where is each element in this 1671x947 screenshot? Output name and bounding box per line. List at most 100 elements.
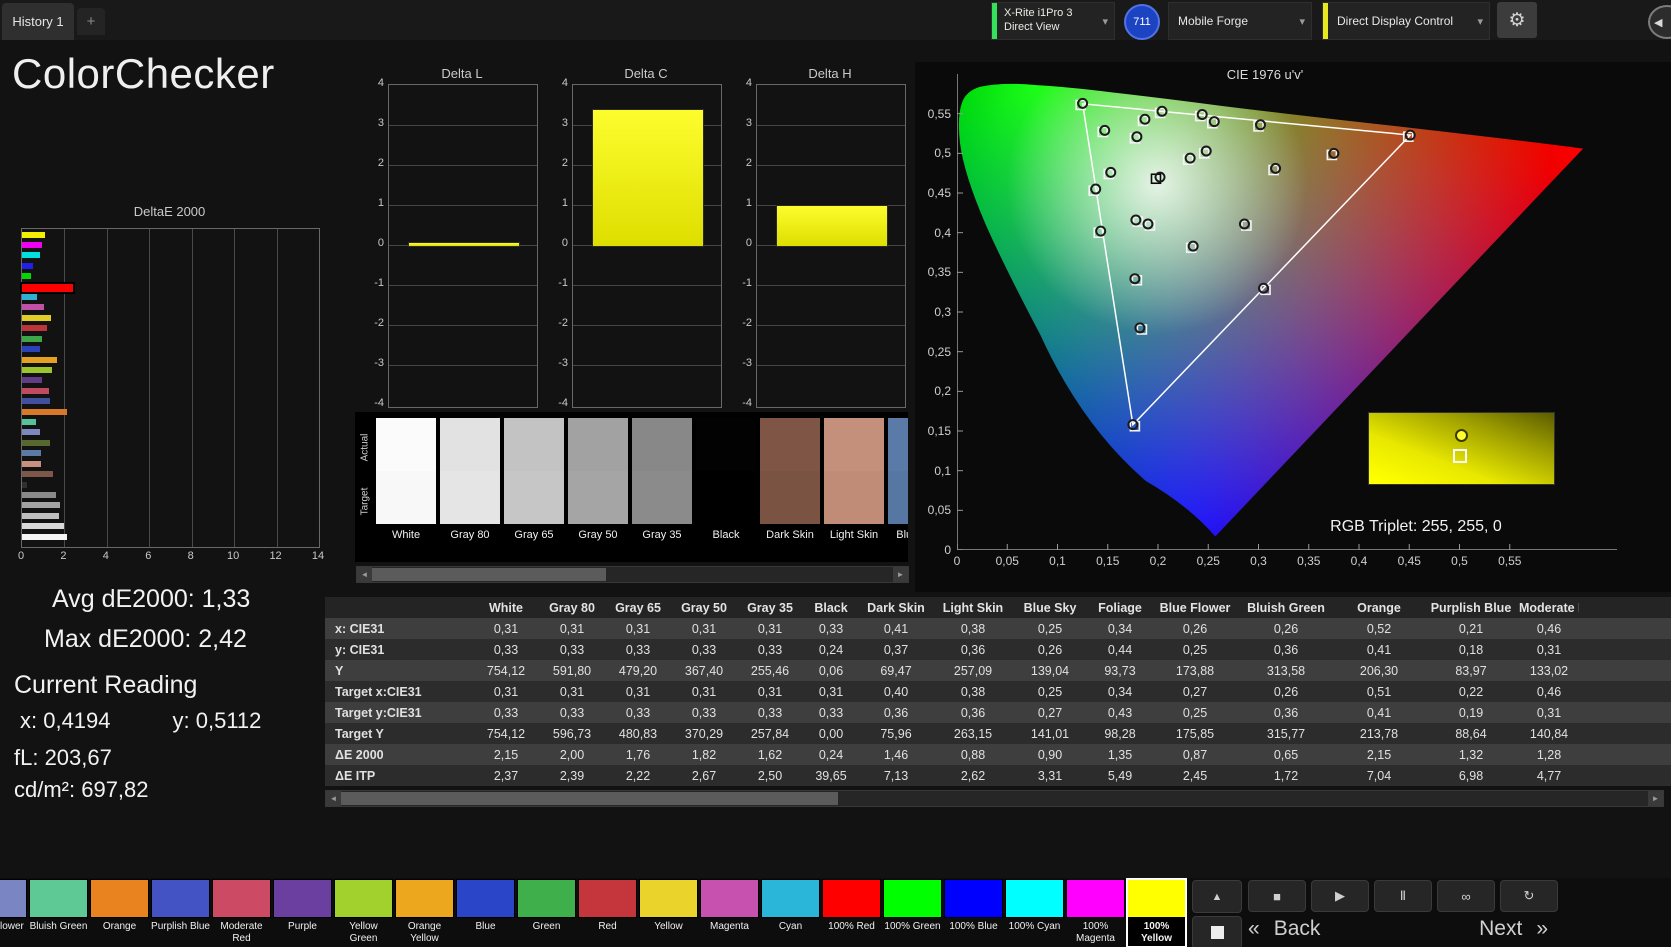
swatch-strip-scrollbar[interactable]: ◄ ►: [356, 566, 909, 583]
next-button[interactable]: Next »: [1479, 917, 1548, 941]
pattern-window-button[interactable]: [1192, 916, 1242, 947]
patch-tile-orange-yellow[interactable]: Orange Yellow: [395, 879, 454, 947]
patch-tile-orange[interactable]: Orange: [90, 879, 149, 947]
patch-tile-blue-flower[interactable]: Blue Flower: [0, 879, 27, 947]
table-cell: 0,44: [1107, 642, 1133, 657]
patch-tile-yellow[interactable]: Yellow: [639, 879, 698, 947]
meter-device-line1: X-Rite i1Pro 3: [1004, 7, 1073, 20]
deltae-x-tick: 8: [187, 550, 194, 562]
tab-history-1[interactable]: History 1: [2, 3, 74, 40]
deltae-x-tick: 10: [227, 550, 240, 562]
swatch-target: [632, 471, 692, 524]
meter-count-badge[interactable]: 711: [1124, 4, 1160, 40]
table-cell: 0,00: [818, 726, 844, 741]
table-row: y: CIE31 0,33 0,33 0,33 0,33 0,33 0,24 0,37 0,36…: [325, 639, 1671, 660]
delta-c-bar: [592, 109, 704, 247]
chevron-down-icon: ▾: [1299, 15, 1305, 28]
table-cell: 1,35: [1107, 747, 1133, 762]
patch-tile-yellow-green[interactable]: Yellow Green: [334, 879, 393, 947]
delta-gridline: [573, 364, 721, 366]
table-cell: 2,62: [960, 768, 986, 783]
patch-tile-color: [1066, 879, 1125, 918]
table-header-dark-skin: Dark Skin: [867, 600, 925, 615]
patch-tile-100-green[interactable]: 100% Green: [883, 879, 942, 947]
patch-tile-moderate-red[interactable]: Moderate Red: [212, 879, 271, 947]
patch-swatch-black[interactable]: Black: [696, 418, 756, 541]
patch-swatch-gray-35[interactable]: Gray 35: [632, 418, 692, 541]
deltae-bar-moderate-red: [22, 387, 49, 394]
patch-swatch-dark-skin[interactable]: Dark Skin: [760, 418, 820, 541]
table-row-label: x: CIE31: [335, 621, 385, 636]
scroll-up-button[interactable]: ▲: [1192, 880, 1242, 913]
table-header-moderate-red: Moderate Red: [1519, 600, 1579, 615]
scroll-left-icon[interactable]: ◄: [357, 567, 372, 582]
patch-tile-purplish-blue[interactable]: Purplish Blue: [151, 879, 210, 947]
cie-x-tick: 0,35: [1297, 554, 1321, 568]
deltae-bar-red: [22, 325, 47, 332]
meter-dropdown[interactable]: X-Rite i1Pro 3 Direct View ▾: [991, 2, 1115, 40]
patch-tile-magenta[interactable]: Magenta: [700, 879, 759, 947]
patch-tile-label: Moderate Red: [220, 921, 263, 944]
table-row: Target Y 754,12 596,73 480,83 370,29 257,84 0,…: [325, 723, 1671, 744]
table-cell: 133,02: [1529, 663, 1569, 678]
patch-swatch-gray-80[interactable]: Gray 80: [440, 418, 500, 541]
source-dropdown[interactable]: Mobile Forge ▾: [1168, 2, 1312, 40]
deltae-bar-yellow-green: [22, 366, 52, 373]
play-button[interactable]: ▶: [1311, 880, 1369, 912]
table-scroll-track[interactable]: [341, 791, 1648, 806]
delta-h-plot: [756, 84, 906, 408]
reading-y: y: 0,5112: [172, 708, 262, 733]
table-cell: 0,31: [691, 621, 717, 636]
patch-tile-red[interactable]: Red: [578, 879, 637, 947]
inset-target-square: [1453, 449, 1467, 463]
patch-tile-color: [883, 879, 942, 918]
patch-swatch-gray-65[interactable]: Gray 65: [504, 418, 564, 541]
patch-swatch-light-skin[interactable]: Light Skin: [824, 418, 884, 541]
display-control-dropdown[interactable]: Direct Display Control ▾: [1322, 2, 1490, 40]
table-cell: 2,39: [559, 768, 585, 783]
deltae-x-tick: 14: [311, 550, 325, 562]
patch-swatch-white[interactable]: White: [376, 418, 436, 541]
patch-tile-100-red[interactable]: 100% Red: [822, 879, 881, 947]
patch-swatch-gray-50[interactable]: Gray 50: [568, 418, 628, 541]
swatch-name: White: [391, 529, 421, 541]
patch-tile-purple[interactable]: Purple: [273, 879, 332, 947]
table-cell: 1,76: [625, 747, 651, 762]
deltae-bar-100-blue: [22, 262, 33, 269]
table-cell: 596,73: [552, 726, 592, 741]
scroll-right-icon[interactable]: ►: [1648, 791, 1663, 806]
patch-tile-green[interactable]: Green: [517, 879, 576, 947]
stop-button[interactable]: ■: [1248, 880, 1306, 912]
table-row: x: CIE31 0,31 0,31 0,31 0,31 0,31 0,33 0,41 0,38…: [325, 618, 1671, 639]
patch-tile-blue[interactable]: Blue: [456, 879, 515, 947]
table-cell: 0,40: [883, 684, 909, 699]
swatch-actual: [568, 418, 628, 471]
patch-tile-100-magenta[interactable]: 100% Magenta: [1066, 879, 1125, 947]
loop-button[interactable]: ∞: [1437, 880, 1495, 912]
table-row-label: Target Y: [335, 726, 384, 741]
table-scroll-thumb[interactable]: [341, 792, 838, 805]
settings-button[interactable]: ⚙: [1497, 2, 1537, 38]
back-button[interactable]: « Back: [1248, 917, 1320, 941]
patch-tile-100-blue[interactable]: 100% Blue: [944, 879, 1003, 947]
table-cell: 0,33: [818, 621, 844, 636]
add-tab-button[interactable]: +: [77, 8, 105, 35]
scroll-right-icon[interactable]: ►: [893, 567, 908, 582]
patch-tile-100-yellow[interactable]: 100% Yellow: [1126, 878, 1187, 947]
swatch-scroll-thumb[interactable]: [372, 568, 607, 581]
patch-tile-100-cyan[interactable]: 100% Cyan: [1005, 879, 1064, 947]
swatch-scroll-track[interactable]: [372, 567, 893, 582]
patch-tile-bluish-green[interactable]: Bluish Green: [29, 879, 88, 947]
deltae-x-tick: 12: [269, 550, 282, 562]
collapse-panel-button[interactable]: ◀: [1648, 5, 1671, 39]
table-cell: 0,31: [625, 684, 651, 699]
patch-swatch-blue-sky[interactable]: Blue Sky: [888, 418, 908, 541]
pause-button[interactable]: Ⅱ: [1374, 880, 1432, 912]
patch-tile-color: [761, 879, 820, 918]
deltae-bar-gray-65: [22, 512, 60, 519]
patch-tile-cyan[interactable]: Cyan: [761, 879, 820, 947]
patch-tile-color: [578, 879, 637, 918]
scroll-left-icon[interactable]: ◄: [326, 791, 341, 806]
table-scrollbar[interactable]: ◄ ►: [325, 790, 1664, 807]
refresh-button[interactable]: ↻: [1500, 880, 1558, 912]
